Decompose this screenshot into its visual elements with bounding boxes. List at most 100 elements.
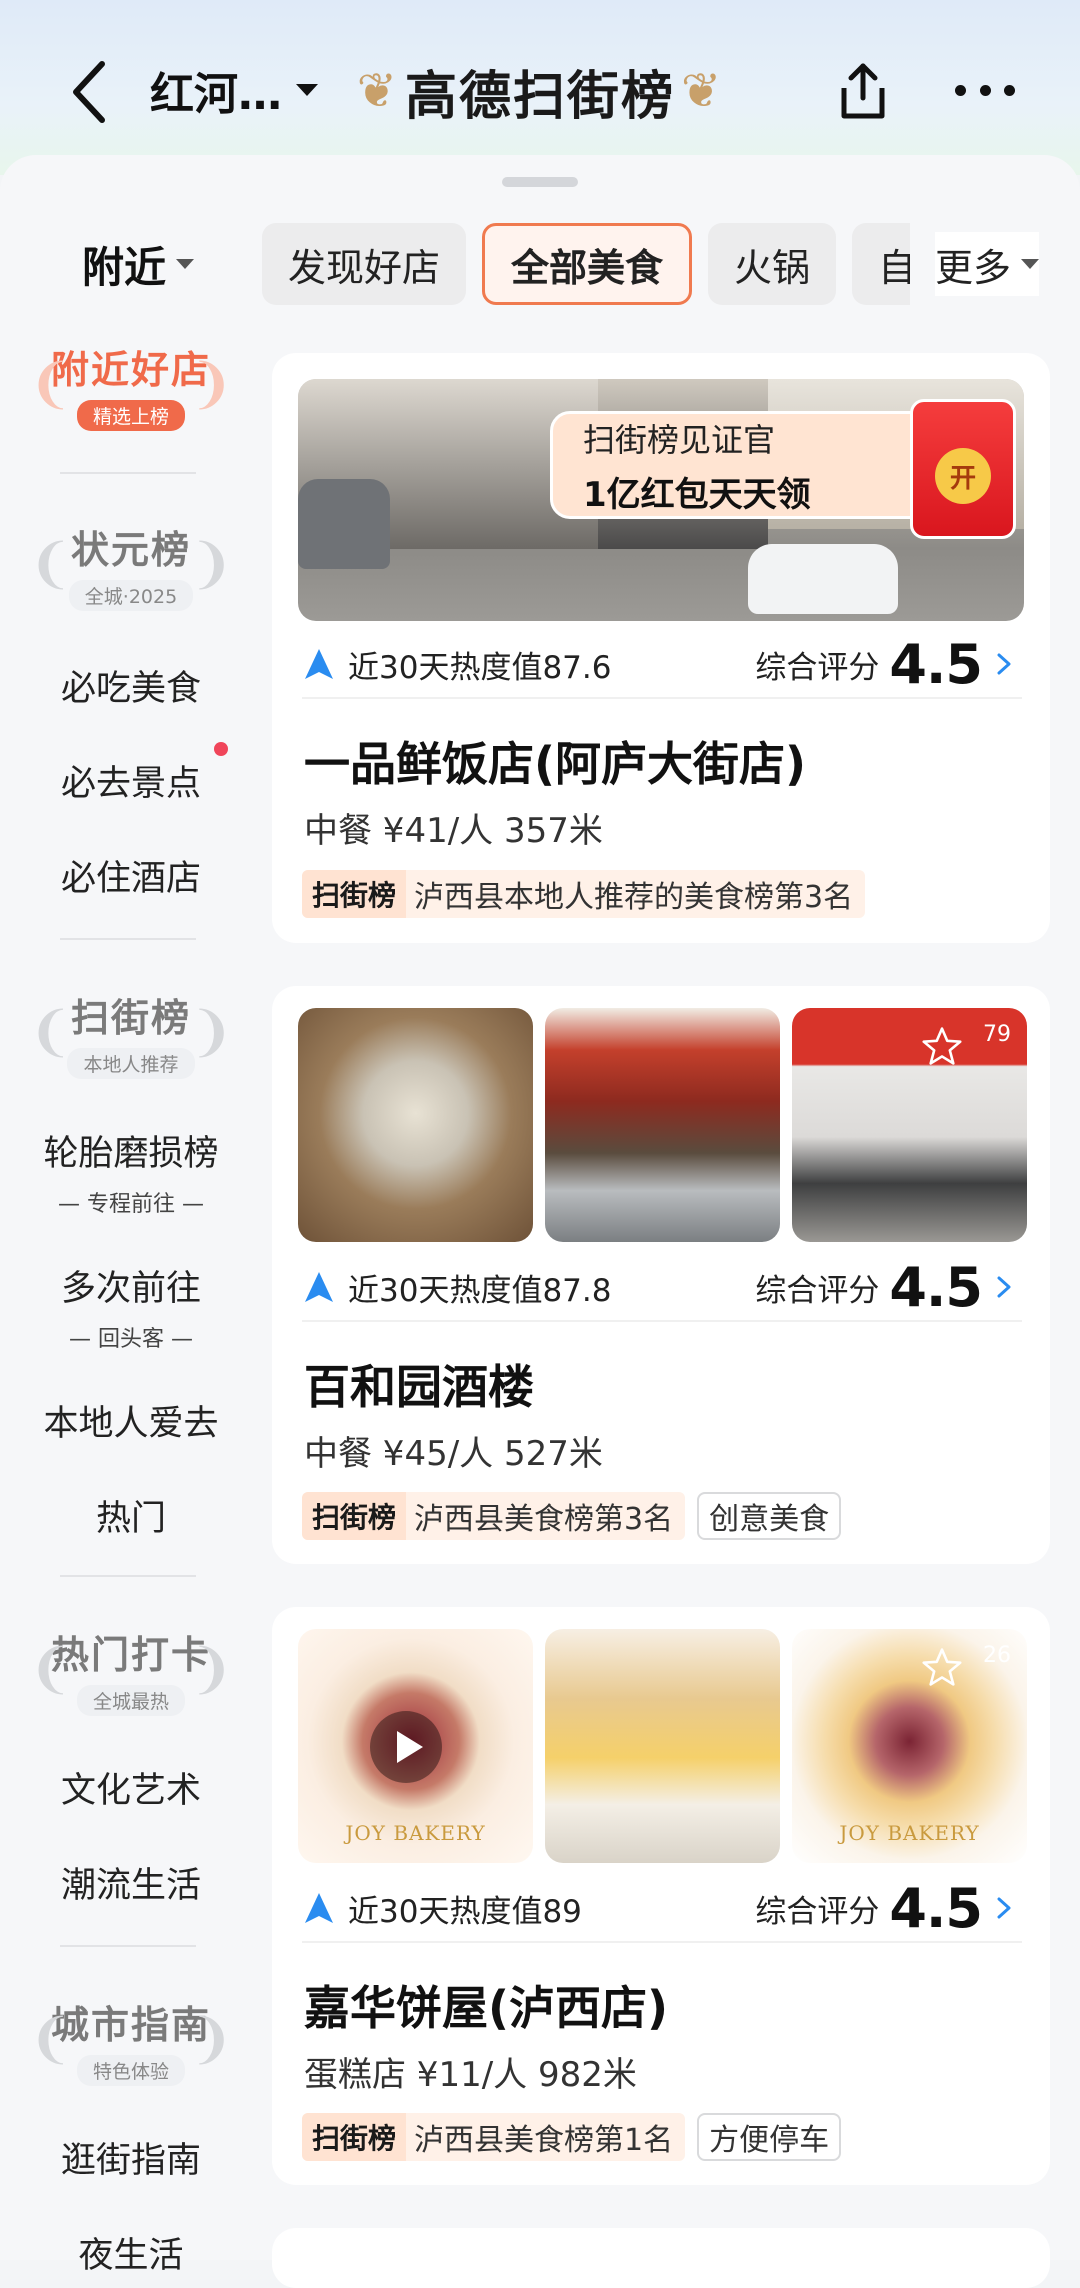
laurel-icon: ❩ [188, 532, 234, 595]
restaurant-card[interactable] [272, 2228, 1050, 2288]
city-label: 红河… [150, 69, 282, 120]
chevron-right-icon [997, 1276, 1011, 1298]
photo-count: 26 [983, 1643, 1011, 1668]
more-categories-button[interactable]: 更多 [935, 232, 1040, 296]
brand-title: ❦ 高德扫街榜 ❦ [345, 48, 735, 134]
score-label: 综合评分 [755, 1272, 880, 1309]
red-envelope-label: 开 [935, 448, 991, 504]
caret-down-icon [176, 259, 195, 269]
drag-handle[interactable] [502, 177, 578, 187]
rank-tag[interactable]: 扫街榜 泸西县美食榜第1名 [302, 2113, 686, 2161]
section-subtitle: 本地人推荐 [67, 1048, 195, 1079]
rank-logo: 扫街榜 [302, 1492, 407, 1540]
rank-tag[interactable]: 扫街榜 泸西县美食榜第3名 [302, 1492, 686, 1540]
section-champion[interactable]: ❨ 状元榜 全城·2025 ❩ [28, 510, 234, 620]
divider [60, 472, 196, 474]
red-envelope-button[interactable]: 开 [910, 399, 1016, 539]
divider [60, 938, 196, 940]
divider [60, 1945, 196, 1947]
sidebar: ❨ 附近好店 精选上榜 ❩ ❨ 状元榜 全城·2025 ❩ 必吃美食 必去景点 … [0, 330, 262, 2276]
sidebar-item-trendy-life[interactable]: 潮流生活 [0, 1857, 262, 1908]
dot-icon [979, 84, 991, 96]
laurel-icon: ❨ [28, 2007, 74, 2070]
caret-down-icon [1021, 259, 1040, 269]
rating-row[interactable]: 近30天热度值89 综合评分 4.5 [302, 1875, 1022, 1943]
sidebar-item-popular[interactable]: 热门 [0, 1490, 262, 1541]
score-value: 4.5 [889, 1255, 983, 1319]
sidebar-item-must-stay[interactable]: 必住酒店 [0, 850, 262, 901]
chip-discover[interactable]: 发现好店 [262, 223, 467, 305]
chevron-right-icon [997, 1897, 1011, 1919]
section-nearby-good[interactable]: ❨ 附近好店 精选上榜 ❩ [28, 330, 234, 440]
rank-tag[interactable]: 扫街榜 泸西县本地人推荐的美食榜第3名 [302, 870, 866, 918]
laurel-left-icon: ❦ [356, 63, 399, 119]
rank-logo: 扫街榜 [302, 870, 407, 918]
chip-partial[interactable]: 自 [852, 223, 910, 305]
photo-strip: JOY BAKERY 26 JOY BAKERY [298, 1629, 1028, 1863]
score-value: 4.5 [889, 632, 983, 696]
sidebar-item-locals-love[interactable]: 本地人爱去 [0, 1395, 262, 1446]
feature-tag[interactable]: 方便停车 [697, 2113, 842, 2161]
play-icon[interactable] [370, 1711, 442, 1783]
feature-tag[interactable]: 创意美食 [697, 1492, 842, 1540]
sidebar-item-repeat-visits[interactable]: 多次前往 — 回头客 — [0, 1260, 262, 1353]
restaurant-photo[interactable] [545, 1629, 780, 1863]
navigation-arrow-icon [305, 649, 333, 679]
share-button[interactable] [830, 58, 896, 124]
rank-text: 泸西县本地人推荐的美食榜第3名 [414, 880, 854, 915]
restaurant-photo[interactable] [545, 1008, 780, 1242]
sidebar-item-nightlife[interactable]: 夜生活 [0, 2227, 262, 2278]
laurel-icon: ❩ [188, 2007, 234, 2070]
item-label: 轮胎磨损榜 [43, 1134, 219, 1174]
navigation-arrow-icon [305, 1893, 333, 1923]
photo-scene [748, 544, 898, 614]
laurel-icon: ❩ [188, 1637, 234, 1700]
nearby-filter[interactable]: 附近 [82, 232, 195, 296]
restaurant-name[interactable]: 一品鲜饭店(阿庐大街店) [304, 728, 806, 794]
city-selector[interactable]: 红河… [150, 60, 318, 120]
restaurant-name[interactable]: 百和园酒楼 [304, 1351, 534, 1417]
restaurant-photo[interactable]: 26 JOY BAKERY [792, 1629, 1027, 1863]
caret-down-icon [296, 84, 318, 96]
sidebar-item-tire-wear[interactable]: 轮胎磨损榜 — 专程前往 — [0, 1125, 262, 1218]
restaurant-card[interactable]: JOY BAKERY 26 JOY BAKERY 近30天热度值89 综合评分 … [272, 1607, 1050, 2185]
rank-logo: 扫街榜 [302, 2113, 407, 2161]
sidebar-item-shopping-guide[interactable]: 逛街指南 [0, 2132, 262, 2183]
brand-watermark: JOY BAKERY [345, 1821, 486, 1845]
restaurant-card[interactable]: 79 近30天热度值87.8 综合评分 4.5 百和园酒楼 中餐 ¥45/人 5… [272, 986, 1050, 1564]
heat-value: 近30天热度值87.6 [348, 649, 612, 686]
restaurant-card[interactable]: 扫街榜见证官 1亿红包天天领 开 近30天热度值87.6 综合评分 4.5 一品… [272, 353, 1050, 943]
chip-all-food[interactable]: 全部美食 [482, 223, 693, 305]
section-city-guide[interactable]: ❨ 城市指南 特色体验 ❩ [28, 1985, 234, 2095]
top-bar: 红河… ❦ 高德扫街榜 ❦ [0, 0, 1080, 175]
heat-value: 近30天热度值89 [348, 1893, 582, 1930]
divider [60, 1575, 196, 1577]
promo-subtitle: 1亿红包天天领 [583, 474, 811, 515]
dot-icon [955, 84, 966, 96]
section-street-rank[interactable]: ❨ 扫街榜 本地人推荐 ❩ [28, 978, 234, 1088]
section-subtitle: 全城最热 [76, 1685, 185, 1716]
rating-row[interactable]: 近30天热度值87.8 综合评分 4.5 [302, 1254, 1022, 1322]
more-options-button[interactable] [955, 70, 1015, 110]
restaurant-photo[interactable] [298, 1008, 533, 1242]
restaurant-video[interactable]: JOY BAKERY [298, 1629, 533, 1863]
rank-text: 泸西县美食榜第3名 [414, 1502, 674, 1537]
photo-count: 79 [983, 1022, 1011, 1047]
chip-hotpot[interactable]: 火锅 [708, 223, 837, 305]
restaurant-info: 中餐 ¥45/人 527米 [304, 1434, 603, 1474]
score-label: 综合评分 [755, 1893, 880, 1930]
rating-row[interactable]: 近30天热度值87.6 综合评分 4.5 [302, 631, 1022, 699]
rank-text: 泸西县美食榜第1名 [414, 2123, 674, 2158]
restaurant-name[interactable]: 嘉华饼屋(泸西店) [304, 1972, 668, 2038]
sidebar-item-culture-art[interactable]: 文化艺术 [0, 1762, 262, 1813]
laurel-icon: ❨ [28, 532, 74, 595]
back-button[interactable] [60, 52, 120, 132]
sidebar-item-must-visit[interactable]: 必去景点 [0, 755, 262, 806]
restaurant-photo[interactable]: 79 [792, 1008, 1027, 1242]
section-hot-checkin[interactable]: ❨ 热门打卡 全城最热 ❩ [28, 1615, 234, 1725]
sidebar-item-must-eat[interactable]: 必吃美食 [0, 660, 262, 711]
promo-banner[interactable]: 扫街榜见证官 1亿红包天天领 [550, 411, 940, 519]
share-icon [841, 63, 885, 119]
restaurant-info: 蛋糕店 ¥11/人 982米 [304, 2055, 637, 2095]
section-title: 扫街榜 [70, 996, 191, 1040]
